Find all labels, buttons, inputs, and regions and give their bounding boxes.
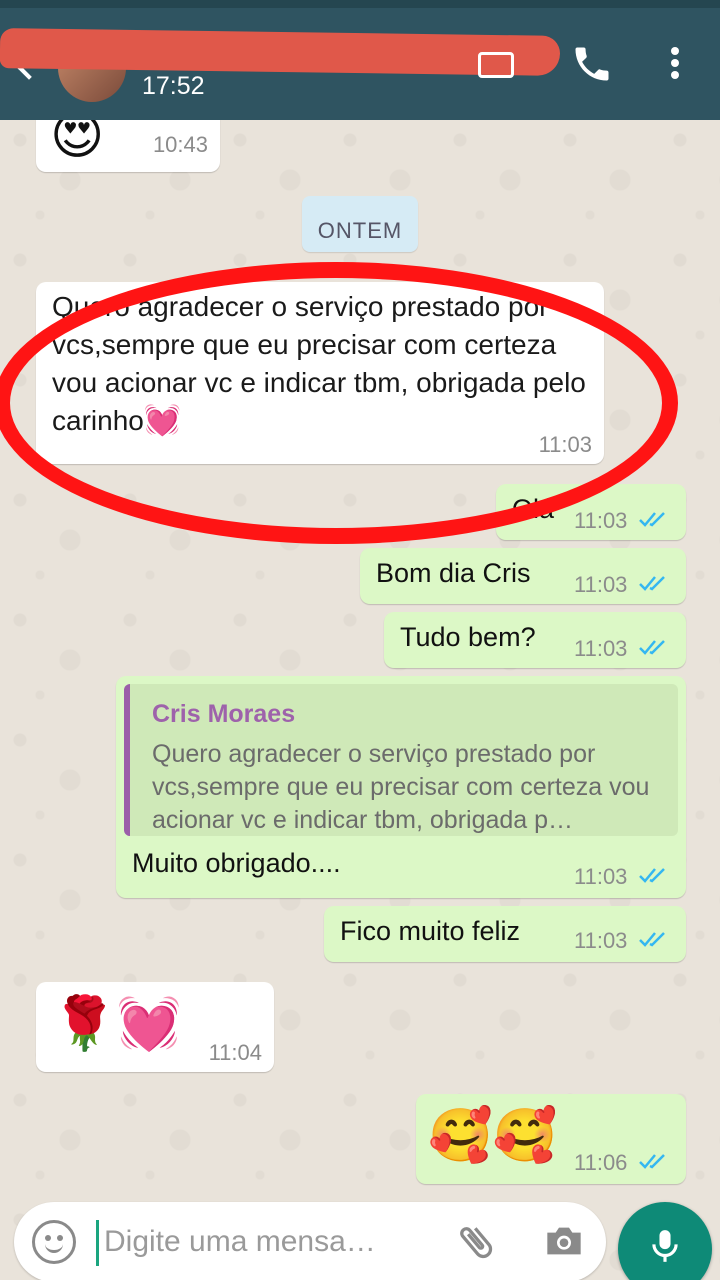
message-time: 11:03 [574,572,628,597]
last-seen-time: 17:52 [142,72,205,100]
message-time: 11:03 [574,928,628,953]
phone-icon[interactable] [570,42,614,86]
message-text: Olá [512,494,555,524]
double-check-icon [639,512,665,527]
attach-icon[interactable] [454,1220,498,1264]
date-divider-label: ONTEM [317,218,403,243]
video-call-icon[interactable] [478,52,514,78]
double-check-icon [639,640,665,655]
mic-button[interactable] [618,1202,712,1280]
quoted-text: Quero agradecer o serviço prestado por v… [152,740,650,834]
message-outgoing[interactable]: Fico muito feliz 11:03 [324,906,686,962]
message-incoming[interactable]: Quero agradecer o serviço prestado por v… [36,282,604,464]
double-check-icon [639,868,665,883]
emoji-icon[interactable] [32,1220,76,1264]
message-outgoing[interactable]: Olá 11:03 [496,484,686,540]
message-text: Quero agradecer o serviço prestado por v… [52,288,592,440]
message-text-content: Quero agradecer o serviço prestado por v… [52,291,586,436]
text-cursor [96,1220,99,1266]
message-incoming[interactable]: 🌹💓 11:04 [36,982,274,1072]
message-text: Fico muito feliz [340,916,521,946]
message-list[interactable]: 😍 10:43 ONTEM Quero agradecer o serviço … [0,110,720,1190]
quoted-author: Cris Moraes [152,700,296,728]
mic-icon [652,1230,678,1262]
chat-header: 17:52 [0,0,720,120]
double-check-icon [639,1154,665,1169]
message-emoji: 🥰🥰 [428,1107,558,1165]
message-time: 11:04 [208,1040,262,1065]
redacted-contact-name [0,28,561,76]
message-time: 10:43 [152,132,208,157]
message-outgoing[interactable]: Tudo bem? 11:03 [384,612,686,668]
beating-heart-emoji: 💓 [143,404,182,437]
message-outgoing-reply[interactable]: Cris Moraes Quero agradecer o serviço pr… [116,676,686,898]
quoted-message[interactable]: Cris Moraes Quero agradecer o serviço pr… [124,684,678,836]
message-outgoing[interactable]: 🥰🥰 11:06 [416,1094,686,1184]
camera-icon[interactable] [544,1224,584,1258]
message-time: 11:03 [574,864,628,889]
date-divider: ONTEM [302,196,418,252]
more-vert-icon[interactable] [668,44,682,84]
message-emoji: 🌹💓 [52,995,182,1053]
status-bar [0,0,720,8]
message-time: 11:06 [574,1150,628,1175]
double-check-icon [639,576,665,591]
message-outgoing[interactable]: Bom dia Cris 11:03 [360,548,686,604]
double-check-icon [639,932,665,947]
message-time: 11:03 [574,508,628,533]
composer-pill [14,1202,606,1280]
message-text: Tudo bem? [400,622,536,652]
message-text: Muito obrigado.... [132,848,341,878]
message-input[interactable] [104,1218,444,1266]
composer-bar [0,1190,720,1280]
message-time: 11:03 [538,432,592,457]
message-text: Bom dia Cris [376,558,531,588]
message-time: 11:03 [574,636,628,661]
